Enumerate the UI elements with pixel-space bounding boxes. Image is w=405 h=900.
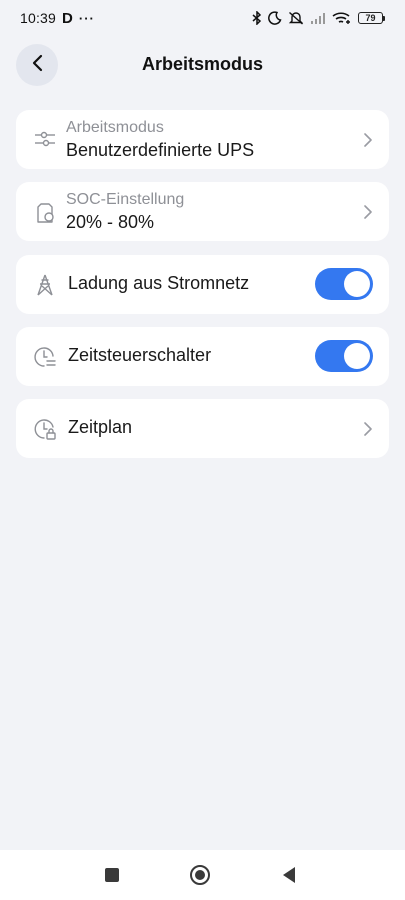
timer-switch-label: Zeitsteuerschalter [68,345,212,365]
status-bar: 10:39 D ··· 79 [0,0,405,36]
timer-switch-card: Zeitsteuerschalter [16,327,389,386]
sliders-icon [34,128,56,150]
page-title: Arbeitsmodus [141,54,264,74]
status-time: 10:39 [20,10,57,26]
timer-switch-toggle[interactable] [315,340,373,372]
chevron-right-icon [363,132,373,148]
battery-level: 79 [358,12,383,24]
signal-icon [310,12,326,24]
work-mode-label: Arbeitsmodus [66,119,164,136]
system-navigation-bar [0,850,405,900]
wifi-icon [332,11,352,25]
recent-apps-button[interactable] [101,864,123,886]
soc-setting-card[interactable]: SOC-Einstellung 20% - 80% [16,182,389,241]
soc-setting-value: 20% - 80% [66,212,155,232]
grid-charging-label: Ladung aus Stromnetz [68,273,250,293]
grid-charging-card: Ladung aus Stromnetz [16,255,389,314]
bluetooth-icon [252,11,262,25]
more-notifications-icon: ··· [78,10,95,26]
clock-lock-icon [34,418,56,440]
schedule-card[interactable]: Zeitplan [16,399,389,458]
muted-bell-icon [288,11,304,25]
power-tower-icon [34,274,56,296]
do-not-disturb-moon-icon [268,11,282,25]
back-nav-button[interactable] [278,864,300,886]
battery-icon: 79 [358,12,385,24]
grid-charging-toggle[interactable] [315,268,373,300]
chevron-right-icon [363,421,373,437]
work-mode-card[interactable]: Arbeitsmodus Benutzerdefinierte UPS [16,110,389,169]
app-notification-icon: D [62,9,73,27]
soc-setting-label: SOC-Einstellung [66,191,185,208]
home-button[interactable] [189,864,211,886]
work-mode-value: Benutzerdefinierte UPS [66,140,255,160]
chevron-right-icon [363,204,373,220]
schedule-label: Zeitplan [68,417,133,437]
clock-switch-icon [34,346,56,368]
header: Arbeitsmodus [0,42,405,88]
battery-outline-icon [34,202,56,224]
